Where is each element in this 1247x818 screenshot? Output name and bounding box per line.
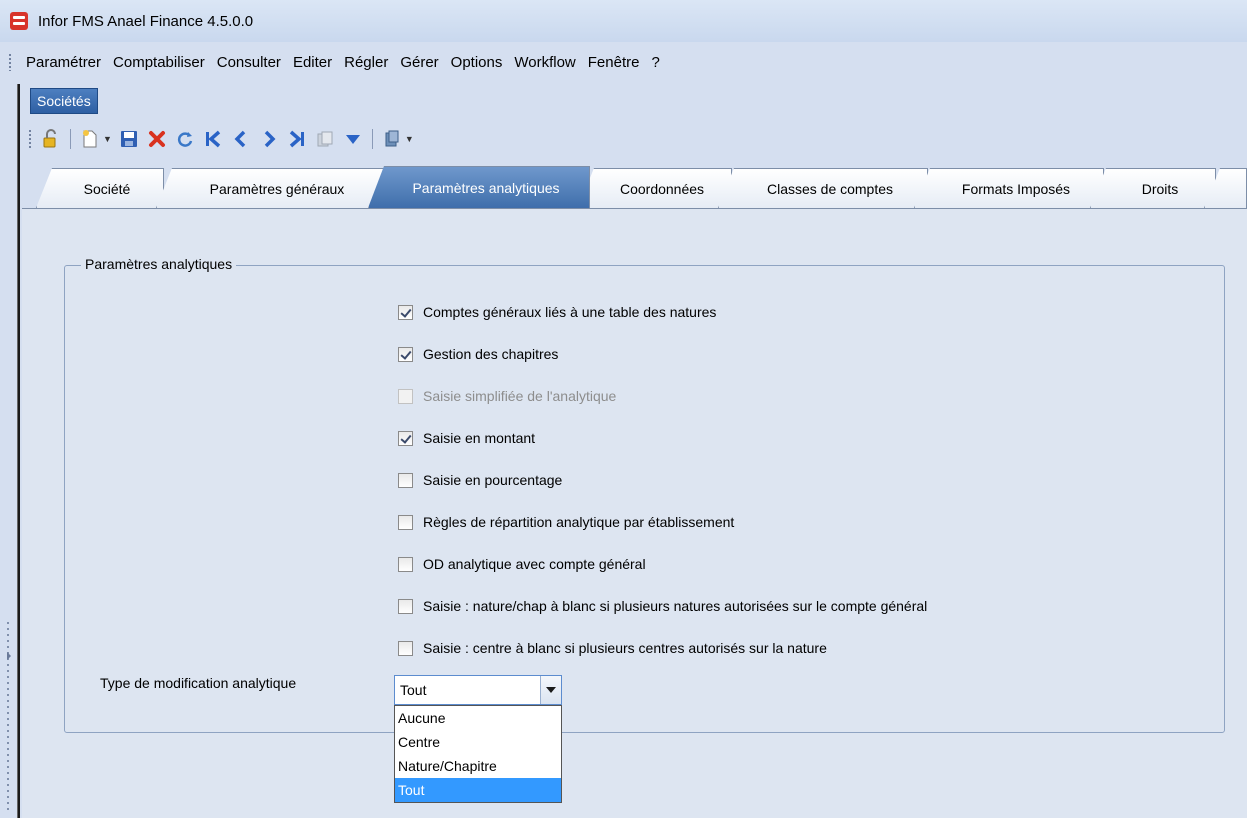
tab-label: Droits — [1141, 180, 1179, 197]
unlock-icon[interactable] — [40, 128, 62, 150]
menu-parametrer[interactable]: Paramétrer — [20, 54, 107, 71]
previous-record-icon[interactable] — [230, 128, 252, 150]
print-icon[interactable] — [381, 128, 403, 150]
checkbox-unchecked[interactable] — [398, 514, 413, 530]
checkbox-unchecked[interactable] — [398, 556, 413, 572]
filter-icon[interactable] — [342, 128, 364, 150]
checkbox-unchecked[interactable] — [398, 598, 413, 614]
tab-coordonnees[interactable]: Coordonnées — [578, 168, 732, 208]
toolbar-grip-icon[interactable] — [28, 129, 32, 149]
dropdown-list: Aucune Centre Nature/Chapitre Tout — [394, 705, 562, 803]
save-icon[interactable] — [118, 128, 140, 150]
checkbox-row[interactable]: OD analytique avec compte général — [398, 554, 646, 574]
menu-gerer[interactable]: Gérer — [394, 54, 444, 71]
tab-label: Formats Imposés — [961, 180, 1071, 197]
menu-comptabiliser[interactable]: Comptabiliser — [107, 54, 211, 71]
menu-workflow[interactable]: Workflow — [508, 54, 581, 71]
checkbox-row[interactable]: Saisie en montant — [398, 428, 535, 448]
app-logo-icon — [10, 12, 28, 30]
tab-droits[interactable]: Droits — [1090, 168, 1216, 208]
checkbox-row[interactable]: Saisie : centre à blanc si plusieurs cen… — [398, 638, 827, 658]
tab-label: Paramètres analytiques — [412, 179, 560, 196]
last-record-icon[interactable] — [286, 128, 308, 150]
group-title: Paramètres analytiques — [81, 256, 237, 272]
checkbox-row[interactable]: Règles de répartition analytique par éta… — [398, 512, 734, 532]
tab-formats-imposes[interactable]: Formats Imposés — [914, 168, 1104, 208]
modification-type-select[interactable]: Tout — [394, 675, 562, 705]
menu-grip-icon[interactable] — [8, 53, 12, 71]
checkbox-label: OD analytique avec compte général — [423, 556, 646, 572]
checkbox-unchecked[interactable] — [398, 640, 413, 656]
first-record-icon[interactable] — [202, 128, 224, 150]
document-tab-societes[interactable]: Sociétés — [30, 88, 98, 114]
checkbox-label: Comptes généraux liés à une table des na… — [423, 304, 717, 320]
mdi-border — [17, 84, 20, 818]
checkbox-disabled — [398, 388, 413, 404]
tab-societe[interactable]: Société — [36, 168, 164, 208]
checkbox-row[interactable]: Comptes généraux liés à une table des na… — [398, 302, 716, 322]
tab-classes-de-comptes[interactable]: Classes de comptes — [718, 168, 928, 208]
toolbar: ▼ ▼ — [28, 124, 414, 154]
checkbox-unchecked[interactable] — [398, 472, 413, 488]
menu-regler[interactable]: Régler — [338, 54, 394, 71]
checkbox-label: Saisie : nature/chap à blanc si plusieur… — [423, 598, 928, 614]
checkbox-label: Saisie simplifiée de l'analytique — [423, 388, 617, 404]
menu-fenetre[interactable]: Fenêtre — [582, 54, 646, 71]
dropdown-option-nature-chapitre[interactable]: Nature/Chapitre — [395, 754, 561, 778]
delete-icon[interactable] — [146, 128, 168, 150]
tab-strip: Société Paramètres généraux Paramètres a… — [28, 164, 1247, 208]
checkbox-checked[interactable] — [398, 346, 413, 362]
refresh-icon[interactable] — [174, 128, 196, 150]
tab-parametres-analytiques[interactable]: Paramètres analytiques — [368, 166, 590, 208]
next-record-icon[interactable] — [258, 128, 280, 150]
checkbox-label: Saisie en pourcentage — [423, 472, 563, 488]
menu-options[interactable]: Options — [445, 54, 509, 71]
checkbox-label: Gestion des chapitres — [423, 346, 559, 362]
combo-value: Tout — [400, 682, 427, 698]
tab-label: Société — [83, 180, 131, 197]
checkbox-row[interactable]: Saisie en pourcentage — [398, 470, 562, 490]
menu-consulter[interactable]: Consulter — [211, 54, 287, 71]
checkbox-row[interactable]: Saisie : nature/chap à blanc si plusieur… — [398, 596, 927, 616]
analytic-params-group: Paramètres analytiques — [64, 256, 1225, 733]
tab-label: Classes de comptes — [766, 180, 894, 197]
tab-label: Paramètres généraux — [209, 180, 345, 197]
checkbox-row: Saisie simplifiée de l'analytique — [398, 386, 616, 406]
tab-content-panel: Paramètres analytiques Comptes généraux … — [22, 208, 1247, 818]
checkbox-label: Saisie : centre à blanc si plusieurs cen… — [423, 640, 827, 656]
menu-bar: Paramétrer Comptabiliser Consulter Edite… — [0, 46, 1247, 78]
dropdown-option-tout[interactable]: Tout — [395, 778, 561, 802]
new-document-icon[interactable] — [79, 128, 101, 150]
dropdown-option-centre[interactable]: Centre — [395, 730, 561, 754]
chevron-down-icon[interactable] — [540, 676, 561, 704]
dropdown-option-aucune[interactable]: Aucune — [395, 706, 561, 730]
tab-label: Coordonnées — [619, 180, 705, 197]
checkbox-row[interactable]: Gestion des chapitres — [398, 344, 558, 364]
menu-editer[interactable]: Editer — [287, 54, 338, 71]
checkbox-checked[interactable] — [398, 430, 413, 446]
tab-parametres-generaux[interactable]: Paramètres généraux — [156, 168, 384, 208]
window-title: Infor FMS Anael Finance 4.5.0.0 — [38, 12, 254, 30]
combo-label: Type de modification analytique — [100, 675, 297, 691]
checkbox-label: Règles de répartition analytique par éta… — [423, 514, 735, 530]
title-bar: Infor FMS Anael Finance 4.5.0.0 — [0, 0, 1247, 42]
print-dropdown-icon[interactable]: ▼ — [405, 134, 414, 144]
toolbar-separator — [371, 129, 373, 149]
checkbox-checked[interactable] — [398, 304, 413, 320]
menu-help[interactable]: ? — [645, 54, 665, 71]
splitter-grip[interactable] — [6, 620, 10, 810]
checkbox-label: Saisie en montant — [423, 430, 536, 446]
copy-icon[interactable] — [314, 128, 336, 150]
expand-arrow-icon[interactable] — [7, 652, 11, 660]
toolbar-separator — [70, 129, 71, 149]
new-dropdown-icon[interactable]: ▼ — [103, 134, 112, 144]
